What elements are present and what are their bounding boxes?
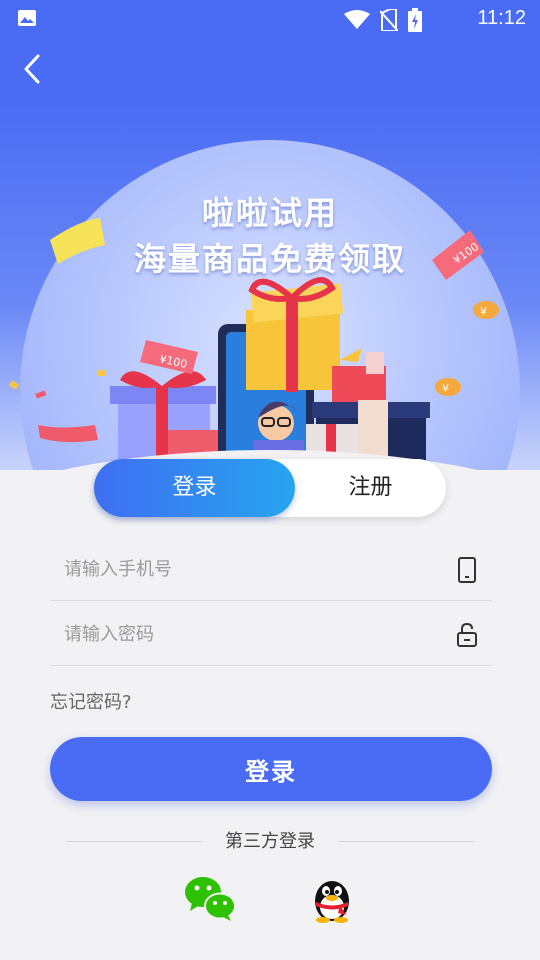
third-party-label: 第三方登录	[225, 831, 315, 852]
gallery-icon	[18, 10, 36, 26]
lock-icon	[457, 622, 477, 647]
phone-icon	[458, 557, 476, 583]
auth-tab-switch: 注册 登录	[94, 459, 446, 517]
svg-text:¥: ¥	[442, 382, 449, 395]
divider-line	[66, 841, 202, 842]
tab-login[interactable]: 登录	[94, 459, 295, 517]
phone-input[interactable]	[64, 537, 434, 601]
battery-charging-icon	[408, 8, 422, 32]
third-party-divider: 第三方登录	[0, 830, 540, 854]
header-bar: 11:12	[0, 0, 540, 104]
wechat-login-icon[interactable]	[184, 875, 236, 923]
status-bar: 11:12	[0, 0, 540, 36]
svg-text:¥: ¥	[480, 305, 487, 318]
qq-login-icon[interactable]	[306, 875, 358, 923]
forgot-password-link[interactable]: 忘记密码?	[50, 688, 132, 714]
divider-line	[338, 841, 474, 842]
password-field	[50, 602, 492, 666]
clock: 11:12	[477, 7, 526, 29]
gift-illustration: ¥100 ¥ ¥ ¥100	[9, 218, 499, 470]
login-button[interactable]: 登录	[50, 737, 492, 801]
password-input[interactable]	[64, 602, 434, 666]
hero-subtitle: 海量商品免费领取	[133, 240, 406, 278]
hero-banner: ¥100 ¥ ¥ ¥100 啦啦试用 海量商品免费领取	[0, 100, 540, 470]
phone-field	[50, 537, 492, 601]
tab-register[interactable]: 注册	[295, 459, 446, 517]
no-sim-icon	[380, 9, 398, 31]
back-chevron-icon[interactable]	[18, 52, 48, 86]
wifi-icon	[344, 10, 370, 29]
hero-title: 啦啦试用	[201, 194, 338, 232]
